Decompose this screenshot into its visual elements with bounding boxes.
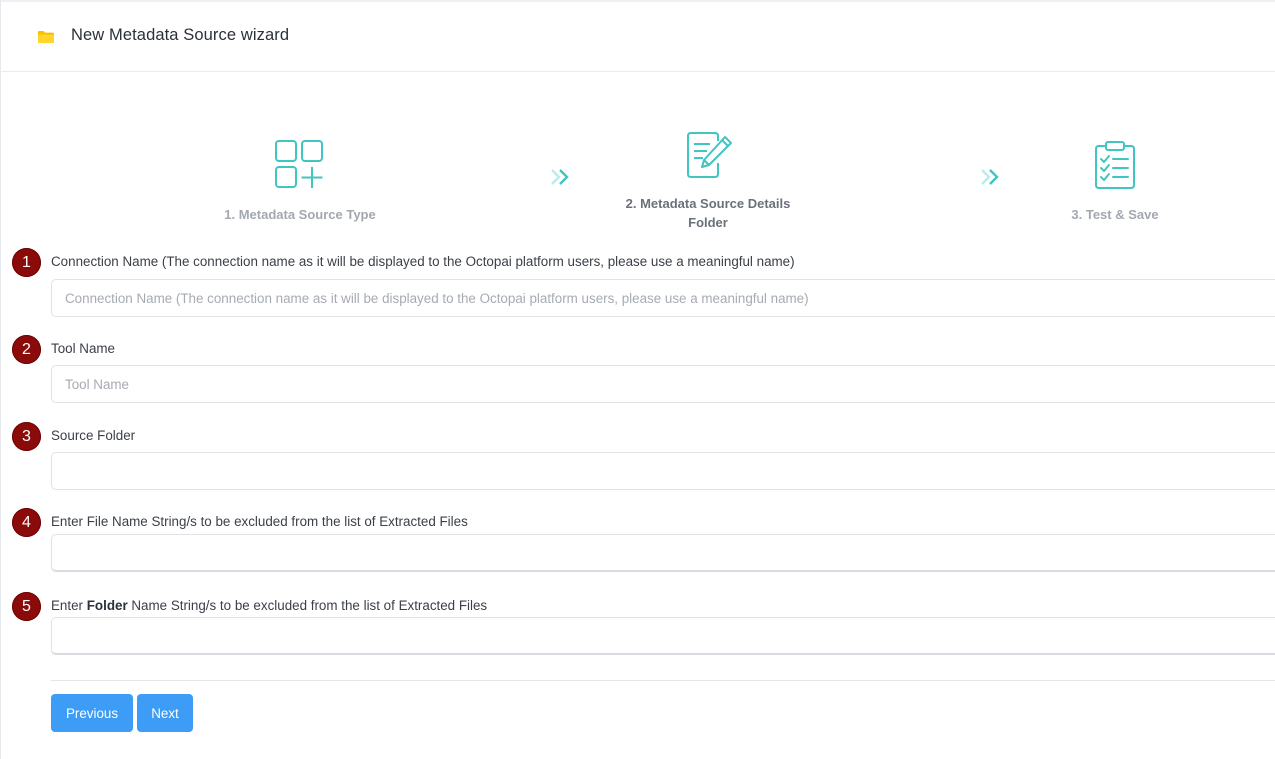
- step-2-label-line1: 2. Metadata Source Details: [625, 196, 791, 211]
- step-metadata-source-details: 2. Metadata Source Details Folder: [598, 129, 818, 232]
- apps-add-icon: [275, 140, 323, 188]
- field-number-badge: 2: [12, 335, 41, 364]
- exclude-file-names-input[interactable]: [51, 534, 1275, 572]
- source-folder-label: Source Folder: [51, 428, 136, 443]
- exclude-file-names-label: Enter File Name String/s to be excluded …: [51, 514, 468, 529]
- clipboard-checklist-icon: [1095, 141, 1135, 189]
- source-folder-input[interactable]: [51, 452, 1275, 490]
- step-3-label: 3. Test & Save: [1071, 207, 1159, 222]
- label-suffix: Name String/s to be excluded from the li…: [127, 598, 488, 613]
- step-test-and-save: 3. Test & Save: [1035, 139, 1195, 224]
- previous-button[interactable]: Previous: [51, 694, 133, 732]
- form-divider: [51, 680, 1275, 681]
- field-number-badge: 4: [12, 508, 41, 537]
- next-button[interactable]: Next: [137, 694, 193, 732]
- exclude-folder-names-label: Enter Folder Name String/s to be exclude…: [51, 598, 487, 613]
- step-1-label: 1. Metadata Source Type: [224, 207, 376, 222]
- field-number-badge: 3: [12, 422, 41, 451]
- tool-name-label: Tool Name: [51, 341, 116, 356]
- edit-document-icon: [687, 132, 732, 178]
- chevron-double-right-icon: [550, 167, 572, 192]
- chevron-double-right-icon: [980, 167, 1002, 192]
- wizard-header: New Metadata Source wizard: [1, 2, 1275, 72]
- connection-name-label: Connection Name (The connection name as …: [51, 254, 795, 269]
- step-metadata-source-type: 1. Metadata Source Type: [200, 139, 400, 224]
- connection-name-input[interactable]: [51, 279, 1275, 317]
- tool-name-input[interactable]: [51, 365, 1275, 403]
- label-bold-folder: Folder: [86, 598, 128, 613]
- folder-icon: [38, 31, 54, 43]
- label-prefix: Enter: [51, 598, 87, 613]
- field-number-badge: 5: [12, 592, 41, 621]
- wizard-page: New Metadata Source wizard 1. Metadata S…: [0, 0, 1275, 759]
- field-number-badge: 1: [12, 248, 41, 277]
- exclude-folder-names-input[interactable]: [51, 617, 1275, 655]
- step-2-label-line2: Folder: [688, 215, 728, 230]
- wizard-title: New Metadata Source wizard: [71, 26, 290, 44]
